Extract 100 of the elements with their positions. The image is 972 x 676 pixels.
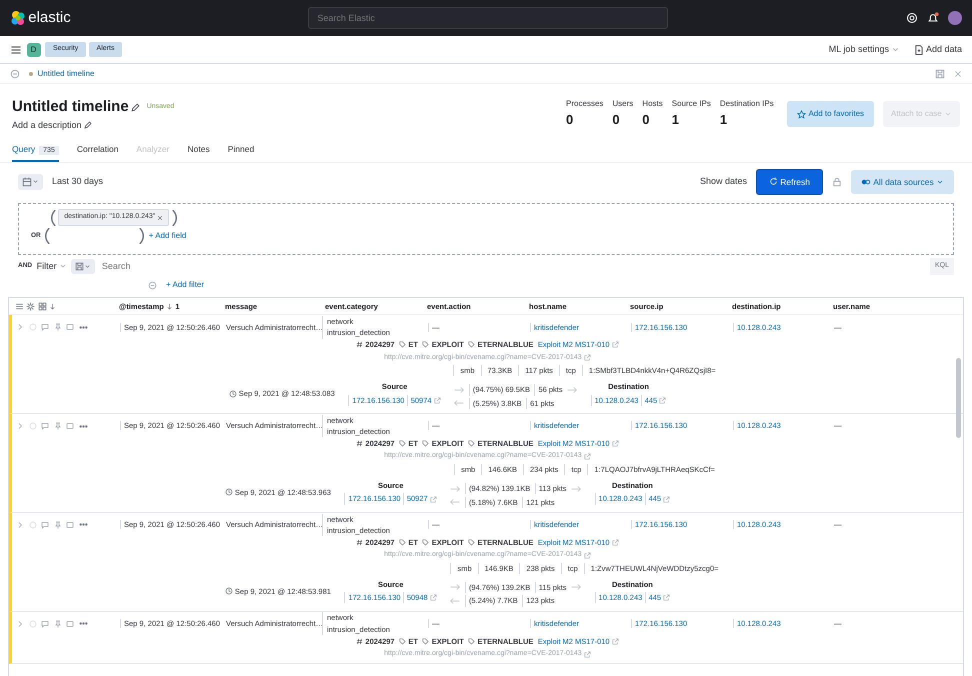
comment-icon[interactable] bbox=[41, 323, 49, 332]
arrow-icon bbox=[450, 484, 460, 494]
external-link-icon[interactable] bbox=[430, 594, 437, 602]
search-field[interactable]: Search Elastic bbox=[308, 7, 668, 29]
external-link-icon[interactable] bbox=[584, 552, 591, 559]
external-link-icon[interactable] bbox=[659, 396, 666, 404]
external-link-icon[interactable] bbox=[612, 538, 619, 546]
columns-icon[interactable] bbox=[15, 302, 24, 311]
show-dates-link[interactable]: Show dates bbox=[700, 175, 747, 189]
select-icon[interactable] bbox=[28, 620, 36, 628]
arrow-icon bbox=[454, 384, 464, 395]
hash-icon bbox=[356, 638, 364, 645]
add-filter-link[interactable]: + Add filter bbox=[166, 279, 204, 292]
arrow-icon bbox=[450, 596, 460, 606]
note-icon[interactable] bbox=[66, 323, 74, 332]
external-link-icon[interactable] bbox=[430, 496, 437, 502]
pin-icon[interactable] bbox=[54, 620, 62, 628]
close-icon[interactable] bbox=[157, 214, 164, 220]
date-range[interactable]: Last 30 days bbox=[52, 175, 104, 189]
external-link-icon[interactable] bbox=[584, 354, 591, 362]
date-picker-button[interactable] bbox=[18, 174, 43, 190]
comment-icon[interactable] bbox=[41, 422, 49, 430]
select-icon[interactable] bbox=[28, 422, 36, 430]
data-source-icon bbox=[861, 176, 872, 187]
external-link-icon[interactable] bbox=[612, 638, 619, 645]
logo-icon[interactable] bbox=[10, 10, 26, 26]
comment-icon[interactable] bbox=[41, 620, 49, 628]
data-sources-button[interactable]: All data sources bbox=[851, 170, 954, 194]
note-icon[interactable] bbox=[66, 620, 74, 628]
tab[interactable]: Notes bbox=[188, 140, 210, 162]
add-field-link[interactable]: + Add field bbox=[148, 230, 186, 242]
help-icon[interactable] bbox=[906, 12, 918, 24]
expand-icon[interactable] bbox=[16, 620, 24, 628]
add-data-link[interactable]: Add data bbox=[914, 42, 962, 56]
ml-settings-dropdown[interactable]: ML job settings bbox=[828, 42, 900, 56]
edit-icon[interactable] bbox=[84, 121, 92, 130]
arrow-icon bbox=[567, 384, 578, 395]
calendar-icon bbox=[22, 176, 32, 187]
expand-icon[interactable] bbox=[16, 422, 24, 430]
fullscreen-icon[interactable] bbox=[38, 302, 46, 311]
space-badge[interactable]: D bbox=[26, 42, 40, 56]
collapse-icon[interactable] bbox=[10, 68, 20, 78]
settings-icon[interactable] bbox=[26, 302, 36, 311]
external-link-icon[interactable] bbox=[663, 594, 670, 602]
expand-icon[interactable] bbox=[16, 520, 24, 529]
save-icon[interactable] bbox=[935, 68, 945, 78]
pin-icon[interactable] bbox=[54, 520, 62, 529]
bracket-icon bbox=[51, 210, 56, 226]
tag-icon bbox=[468, 440, 476, 448]
external-link-icon[interactable] bbox=[612, 440, 619, 448]
comment-icon[interactable] bbox=[41, 520, 49, 529]
timeline-title: Untitled timeline bbox=[12, 97, 129, 117]
stat-label: Processes bbox=[566, 98, 604, 110]
external-link-icon[interactable] bbox=[584, 453, 591, 460]
external-link-icon[interactable] bbox=[434, 396, 441, 404]
arrow-icon bbox=[454, 398, 464, 408]
clock-icon bbox=[224, 488, 233, 496]
arrow-icon bbox=[571, 484, 582, 494]
star-icon bbox=[797, 110, 806, 118]
select-icon[interactable] bbox=[28, 520, 36, 529]
tag-icon bbox=[422, 638, 430, 645]
select-icon[interactable] bbox=[28, 323, 36, 332]
pin-icon[interactable] bbox=[54, 323, 62, 332]
favorites-button[interactable]: Add to favorites bbox=[787, 101, 874, 127]
refresh-icon bbox=[769, 177, 778, 186]
scrollbar[interactable] bbox=[956, 358, 961, 438]
stat-label: Source IPs bbox=[672, 98, 711, 110]
arrow-icon bbox=[571, 582, 582, 592]
news-icon[interactable] bbox=[927, 12, 939, 24]
lock-icon[interactable] bbox=[832, 176, 842, 187]
hash-icon bbox=[356, 538, 364, 546]
pin-icon[interactable] bbox=[54, 422, 62, 430]
timeline-tab-title[interactable]: Untitled timeline bbox=[38, 68, 94, 80]
caret-icon bbox=[84, 262, 92, 270]
save-icon bbox=[75, 262, 84, 271]
note-icon[interactable] bbox=[66, 520, 74, 529]
saved-query-button[interactable] bbox=[71, 258, 96, 274]
arrow-icon bbox=[450, 582, 460, 592]
tag-icon bbox=[422, 341, 430, 348]
expand-icon[interactable] bbox=[16, 323, 24, 332]
logo-text[interactable]: elastic bbox=[28, 6, 71, 30]
refresh-button[interactable]: Refresh bbox=[756, 168, 824, 196]
avatar-icon[interactable] bbox=[948, 11, 962, 25]
external-link-icon[interactable] bbox=[663, 496, 670, 502]
filter-dropdown[interactable]: Filter bbox=[36, 260, 67, 273]
menu-icon[interactable] bbox=[10, 44, 22, 56]
tag-icon bbox=[399, 440, 406, 448]
clock-icon bbox=[224, 587, 233, 596]
tab[interactable]: Correlation bbox=[76, 140, 118, 162]
bracket-icon bbox=[172, 210, 177, 226]
note-icon[interactable] bbox=[66, 422, 74, 430]
tab[interactable]: Pinned bbox=[228, 140, 254, 162]
external-link-icon[interactable] bbox=[584, 650, 591, 658]
tag-icon bbox=[468, 638, 476, 645]
edit-icon[interactable] bbox=[130, 102, 140, 112]
description-link[interactable]: Add a description bbox=[12, 118, 82, 132]
clock-icon bbox=[228, 390, 237, 398]
status-dot bbox=[29, 72, 33, 76]
sort-icon[interactable] bbox=[48, 302, 56, 310]
external-link-icon[interactable] bbox=[612, 341, 619, 348]
